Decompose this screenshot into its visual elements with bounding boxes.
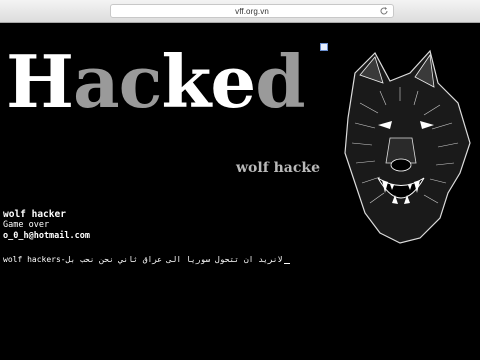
headline-letter-e: e bbox=[210, 39, 256, 124]
hacked-headline: Hacked bbox=[6, 46, 306, 118]
hacker-name: wolf hacker bbox=[3, 209, 66, 220]
broken-image-icon bbox=[320, 43, 328, 51]
browser-toolbar: vff.org.vn bbox=[0, 0, 480, 23]
browser-window: vff.org.vn Hacked wolf hacker wolf hacke… bbox=[0, 0, 480, 360]
address-bar[interactable]: vff.org.vn bbox=[110, 4, 394, 18]
hacker-info: wolf hacker Game over o_0_h@hotmail.com bbox=[3, 209, 90, 242]
message-text: wolf hackers-لانريد ان تتحول سوريا الى ع… bbox=[3, 255, 283, 264]
message-line: wolf hackers-لانريد ان تتحول سوريا الى ع… bbox=[3, 255, 291, 264]
contact-email: o_0_h@hotmail.com bbox=[3, 231, 90, 241]
url-text: vff.org.vn bbox=[235, 6, 269, 16]
headline-letter-d: d bbox=[255, 39, 305, 124]
headline-letters-ac: ac bbox=[73, 39, 162, 124]
wolf-icon bbox=[320, 43, 480, 248]
reload-icon[interactable] bbox=[379, 6, 389, 16]
wolf-image bbox=[320, 43, 480, 248]
subtitle: wolf hacker bbox=[236, 160, 328, 176]
headline-letter-k: k bbox=[161, 39, 212, 124]
headline-letter-h: H bbox=[6, 39, 74, 124]
text-cursor bbox=[284, 263, 291, 264]
status-text: Game over bbox=[3, 220, 50, 230]
